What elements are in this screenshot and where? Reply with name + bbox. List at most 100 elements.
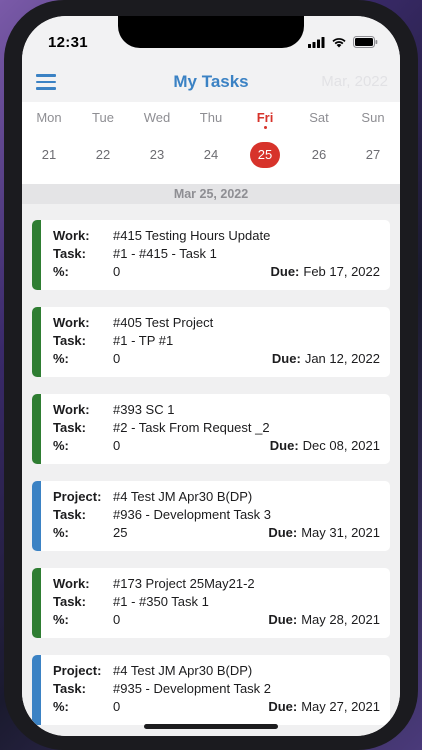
day-name-label: Sun: [361, 110, 385, 125]
due-value: Jan 12, 2022: [304, 351, 380, 366]
day-cell-24[interactable]: 24: [184, 142, 238, 168]
due-label: Due:: [268, 699, 298, 714]
day-name-label: Thu: [199, 110, 223, 125]
day-number[interactable]: 22: [96, 142, 110, 168]
field-label: Work:: [53, 228, 90, 243]
task-field-row: Task: #1 - #415 - Task 1: [53, 246, 217, 261]
task-card[interactable]: Work: #405 Test Project Task: #1 - TP #1%: 0…: [32, 307, 390, 377]
field-label: Task:: [53, 681, 86, 696]
day-name-wed: Wed: [130, 110, 184, 129]
day-name-sat: Sat: [292, 110, 346, 129]
field-value: #4 Test JM Apr30 B(DP): [113, 489, 253, 504]
project-color-bar: [32, 655, 41, 725]
due-date: Due: Jan 12, 2022: [272, 351, 380, 366]
field-label: %:: [53, 351, 69, 366]
selected-date-header: Mar 25, 2022: [22, 184, 400, 204]
due-label: Due:: [269, 438, 299, 453]
task-field-row: Work: #393 SC 1: [53, 402, 174, 417]
day-number[interactable]: 21: [42, 142, 56, 168]
day-name-label: Tue: [92, 110, 114, 125]
field-value: #2 - Task From Request _2: [113, 420, 270, 435]
day-name-label: Sat: [309, 110, 329, 125]
field-label: Task:: [53, 594, 86, 609]
day-cell-25[interactable]: 25: [238, 142, 292, 168]
task-field-row: %: 0: [53, 438, 120, 453]
due-value: May 27, 2021: [301, 699, 380, 714]
field-label: %:: [53, 264, 69, 279]
field-value: 0: [113, 264, 121, 279]
home-indicator: [144, 724, 278, 729]
field-value: 0: [113, 351, 121, 366]
field-value: #393 SC 1: [113, 402, 175, 417]
task-field-row: Task: #935 - Development Task 2: [53, 681, 271, 696]
task-field-row: Task: #2 - Task From Request _2: [53, 420, 270, 435]
day-cell-22[interactable]: 22: [76, 142, 130, 168]
day-cell-23[interactable]: 23: [130, 142, 184, 168]
day-name-thu: Thu: [184, 110, 238, 129]
task-card[interactable]: Work: #415 Testing Hours Update Task: #1 - …: [32, 220, 390, 290]
battery-icon: [353, 36, 378, 48]
field-value: #1 - #415 - Task 1: [113, 246, 217, 261]
field-label: Project:: [53, 489, 102, 504]
task-field-row: %: 0: [53, 612, 120, 627]
task-card[interactable]: Work: #393 SC 1 Task: #2 - Task From Reques…: [32, 394, 390, 464]
notch: [118, 16, 304, 48]
task-field-row: %: 0: [53, 264, 120, 279]
due-date: Due: May 27, 2021: [268, 699, 380, 714]
day-name-tue: Tue: [76, 110, 130, 129]
task-field-row: Task: #1 - #350 Task 1: [53, 594, 209, 609]
work-color-bar: [32, 568, 41, 638]
field-label: Task:: [53, 420, 86, 435]
field-label: %:: [53, 699, 69, 714]
field-value: 0: [113, 438, 121, 453]
due-value: Dec 08, 2021: [302, 438, 380, 453]
field-value: #936 - Development Task 3: [113, 507, 272, 522]
signal-icon: [308, 36, 325, 48]
field-value: #415 Testing Hours Update: [113, 228, 271, 243]
day-number[interactable]: 27: [366, 142, 380, 168]
due-date: Due: May 28, 2021: [268, 612, 380, 627]
day-name-sun: Sun: [346, 110, 400, 129]
selected-day-number[interactable]: 25: [250, 142, 280, 168]
due-value: May 28, 2021: [301, 612, 380, 627]
project-color-bar: [32, 481, 41, 551]
day-cell-27[interactable]: 27: [346, 142, 400, 168]
work-color-bar: [32, 307, 41, 377]
task-card[interactable]: Project: #4 Test JM Apr30 B(DP) Task: #935 …: [32, 655, 390, 725]
day-number[interactable]: 26: [312, 142, 326, 168]
task-field-row: %: 0: [53, 699, 120, 714]
task-field-row: %: 25: [53, 525, 127, 540]
due-date: Due: Feb 17, 2022: [270, 264, 380, 279]
field-value: #1 - #350 Task 1: [113, 594, 209, 609]
task-card[interactable]: Work: #173 Project 25May21-2 Task: #1 - #35…: [32, 568, 390, 638]
day-name-mon: Mon: [22, 110, 76, 129]
task-field-row: Project: #4 Test JM Apr30 B(DP): [53, 663, 252, 678]
week-strip: Mon Tue Wed Thu Fri Sat Sun 21 22 23 24 25 26 27: [22, 102, 400, 184]
task-field-row: Work: #173 Project 25May21-2: [53, 576, 255, 591]
field-label: Task:: [53, 246, 86, 261]
due-value: Feb 17, 2022: [303, 264, 380, 279]
due-label: Due:: [268, 525, 298, 540]
task-field-row: Work: #405 Test Project: [53, 315, 213, 330]
day-cell-21[interactable]: 21: [22, 142, 76, 168]
task-field-row: %: 0: [53, 351, 120, 366]
task-field-row: Task: #1 - TP #1: [53, 333, 173, 348]
day-name-label: Mon: [36, 110, 62, 125]
day-number[interactable]: 24: [204, 142, 218, 168]
field-label: Task:: [53, 333, 86, 348]
field-label: %:: [53, 612, 69, 627]
status-icons: [308, 36, 378, 48]
task-field-row: Work: #415 Testing Hours Update: [53, 228, 270, 243]
today-dot: [263, 126, 267, 129]
field-value: #405 Test Project: [113, 315, 214, 330]
field-label: %:: [53, 525, 69, 540]
app-screen: 12:31 My Tasks Mar, 2022 Mon Tue Wed Thu…: [22, 16, 400, 736]
field-value: #173 Project 25May21-2: [113, 576, 255, 591]
task-field-row: Project: #4 Test JM Apr30 B(DP): [53, 489, 252, 504]
month-label: Mar, 2022: [321, 73, 388, 90]
day-number[interactable]: 23: [150, 142, 164, 168]
day-cell-26[interactable]: 26: [292, 142, 346, 168]
task-card[interactable]: Project: #4 Test JM Apr30 B(DP) Task: #936 …: [32, 481, 390, 551]
due-label: Due:: [268, 612, 298, 627]
field-value: 25: [113, 525, 128, 540]
